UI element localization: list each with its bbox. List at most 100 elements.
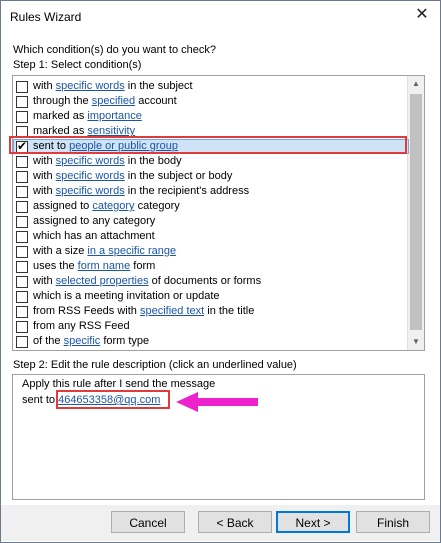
condition-label: which is a meeting invitation or update (33, 289, 220, 304)
window-title: Rules Wizard (10, 10, 82, 24)
condition-text: form (130, 260, 156, 272)
condition-text: in the title (204, 305, 255, 317)
condition-row[interactable]: which has an attachment (13, 229, 407, 244)
condition-label: from any RSS Feed (33, 319, 130, 334)
step1-label: Step 1: Select condition(s) (13, 59, 142, 71)
cancel-button[interactable]: Cancel (111, 511, 185, 533)
list-scrollbar[interactable]: ▲ ▼ (407, 76, 424, 350)
condition-row[interactable]: uses the form name form (13, 259, 407, 274)
condition-text: assigned to (33, 200, 93, 212)
condition-checkbox[interactable] (16, 306, 28, 318)
condition-text: form type (100, 335, 150, 347)
condition-text: in the body (124, 155, 182, 167)
condition-value-link[interactable]: specific words (56, 170, 125, 182)
condition-checkbox[interactable] (16, 336, 28, 348)
condition-text: with (33, 185, 56, 197)
condition-checkbox[interactable] (16, 231, 28, 243)
condition-text: in the subject (124, 80, 193, 92)
condition-text: with (33, 80, 56, 92)
conditions-list[interactable]: ▲ ▼ with specific words in the subject th… (12, 75, 425, 351)
condition-value-link[interactable]: specified (92, 95, 135, 107)
title-bar: Rules Wizard ✕ (1, 1, 440, 31)
condition-text: in the recipient's address (124, 185, 250, 197)
condition-text: of documents or forms (148, 275, 262, 287)
condition-value-link[interactable]: specific words (56, 80, 125, 92)
finish-button[interactable]: Finish (356, 511, 430, 533)
next-button[interactable]: Next > (276, 511, 350, 533)
back-button[interactable]: < Back (198, 511, 272, 533)
condition-label: uses the form name form (33, 259, 155, 274)
close-icon[interactable]: ✕ (414, 7, 430, 23)
condition-row[interactable]: assigned to any category (13, 214, 407, 229)
condition-text: of the (33, 335, 64, 347)
condition-value-link[interactable]: specific words (56, 185, 125, 197)
condition-row[interactable]: marked as importance (13, 109, 407, 124)
condition-value-link[interactable]: specific words (56, 155, 125, 167)
condition-row[interactable]: from RSS Feeds with specified text in th… (13, 304, 407, 319)
condition-text: in the subject or body (124, 170, 233, 182)
condition-checkbox[interactable] (16, 246, 28, 258)
condition-checkbox[interactable] (16, 291, 28, 303)
condition-text: with (33, 275, 56, 287)
condition-label: with specific words in the subject (33, 79, 193, 94)
condition-row[interactable]: assigned to category category (13, 199, 407, 214)
condition-row[interactable]: with selected properties of documents or… (13, 274, 407, 289)
button-bar: Cancel < Back Next > Finish (1, 505, 440, 541)
scroll-down-icon[interactable]: ▼ (408, 334, 424, 350)
address-highlight (56, 390, 170, 409)
condition-row[interactable]: from any RSS Feed (13, 319, 407, 334)
condition-value-link[interactable]: selected properties (56, 275, 149, 287)
condition-label: with specific words in the recipient's a… (33, 184, 249, 199)
condition-checkbox[interactable] (16, 216, 28, 228)
condition-label: which has an attachment (33, 229, 155, 244)
condition-value-link[interactable]: category (92, 200, 134, 212)
condition-label: with specific words in the body (33, 154, 182, 169)
arrow-shape (176, 392, 258, 412)
condition-label: assigned to category category (33, 199, 180, 214)
selected-condition-highlight (9, 136, 407, 154)
condition-checkbox[interactable] (16, 186, 28, 198)
condition-value-link[interactable]: in a specific range (87, 245, 176, 257)
condition-text: with (33, 170, 56, 182)
rules-wizard-window: Rules Wizard ✕ Which condition(s) do you… (0, 0, 441, 543)
condition-value-link[interactable]: form name (78, 260, 131, 272)
condition-text: with (33, 155, 56, 167)
question-label: Which condition(s) do you want to check? (13, 44, 216, 56)
condition-row[interactable]: with specific words in the subject (13, 79, 407, 94)
scroll-thumb[interactable] (410, 94, 422, 330)
condition-value-link[interactable]: specified text (140, 305, 204, 317)
condition-checkbox[interactable] (16, 321, 28, 333)
condition-row[interactable]: with a size in a specific range (13, 244, 407, 259)
condition-label: marked as importance (33, 109, 142, 124)
condition-checkbox[interactable] (16, 261, 28, 273)
condition-label: through the specified account (33, 94, 177, 109)
condition-text: which has an attachment (33, 230, 155, 242)
condition-text: uses the (33, 260, 78, 272)
condition-text: from RSS Feeds with (33, 305, 140, 317)
condition-checkbox[interactable] (16, 81, 28, 93)
description-line1: Apply this rule after I send the message (22, 378, 216, 390)
condition-row[interactable]: which is a meeting invitation or update (13, 289, 407, 304)
condition-value-link[interactable]: importance (87, 110, 141, 122)
scroll-up-icon[interactable]: ▲ (408, 76, 424, 92)
condition-row[interactable]: with specific words in the subject or bo… (13, 169, 407, 184)
condition-text: assigned to any category (33, 215, 156, 227)
condition-checkbox[interactable] (16, 111, 28, 123)
condition-label: with selected properties of documents or… (33, 274, 261, 289)
condition-checkbox[interactable] (16, 201, 28, 213)
step2-label: Step 2: Edit the rule description (click… (13, 359, 297, 371)
condition-row[interactable]: with specific words in the body (13, 154, 407, 169)
condition-label: assigned to any category (33, 214, 155, 229)
condition-text: with a size (33, 245, 88, 257)
condition-text: account (135, 95, 177, 107)
condition-text: marked as (33, 110, 88, 122)
condition-checkbox[interactable] (16, 276, 28, 288)
condition-checkbox[interactable] (16, 96, 28, 108)
condition-text: which is a meeting invitation or update (33, 290, 220, 302)
condition-row[interactable]: of the specific form type (13, 334, 407, 349)
condition-checkbox[interactable] (16, 171, 28, 183)
condition-row[interactable]: with specific words in the recipient's a… (13, 184, 407, 199)
condition-row[interactable]: through the specified account (13, 94, 407, 109)
condition-checkbox[interactable] (16, 156, 28, 168)
condition-value-link[interactable]: specific (64, 335, 101, 347)
